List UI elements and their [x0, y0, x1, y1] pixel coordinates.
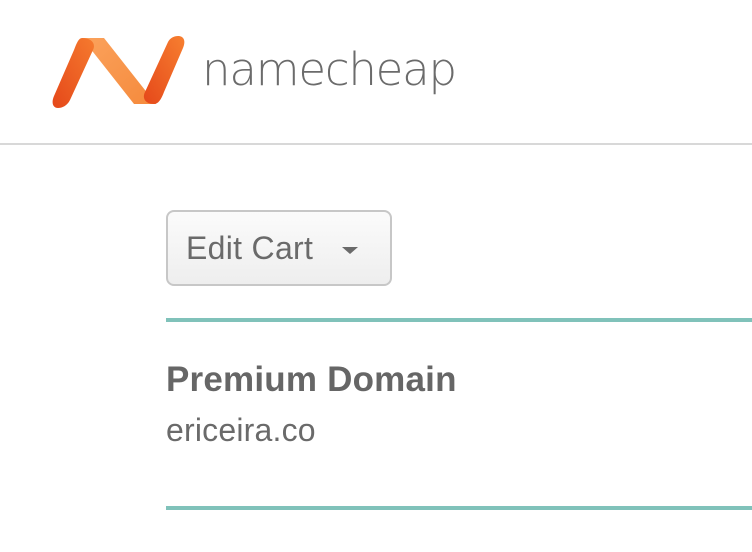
divider-bottom [166, 506, 752, 510]
edit-cart-label: Edit Cart [186, 229, 314, 266]
caret-down-icon [342, 247, 358, 254]
namecheap-logo[interactable]: namecheap [52, 34, 457, 110]
item-type-title: Premium Domain [166, 360, 457, 399]
logo-text: namecheap [202, 42, 457, 96]
edit-cart-dropdown[interactable]: Edit Cart [166, 210, 392, 286]
site-header: namecheap [0, 0, 752, 145]
item-domain-name: ericeira.co [166, 412, 316, 448]
divider-top [166, 318, 752, 322]
namecheap-logo-icon [52, 36, 185, 108]
